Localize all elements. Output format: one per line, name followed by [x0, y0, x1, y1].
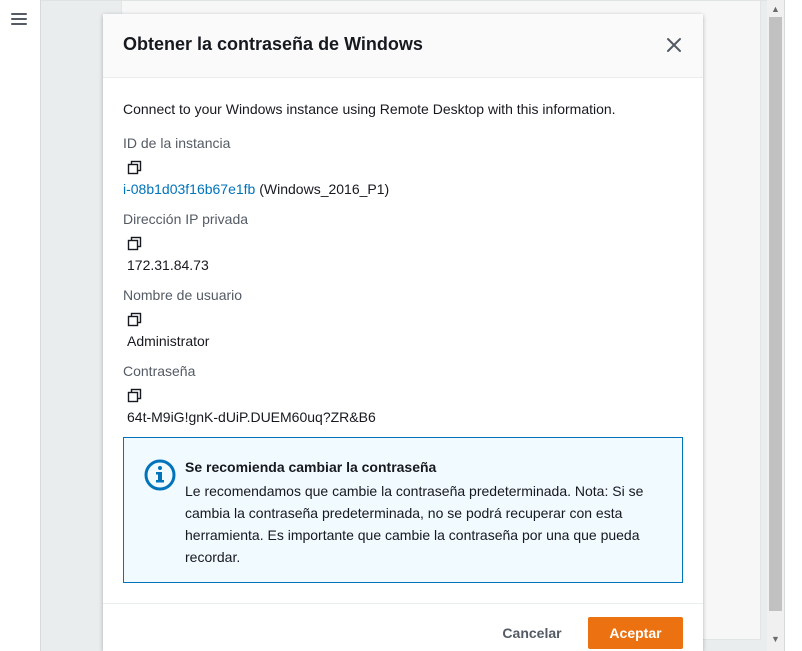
window-right-edge [784, 0, 802, 651]
scroll-thumb[interactable] [769, 17, 782, 611]
alert-text: Le recomendamos que cambie la contraseña… [185, 483, 644, 565]
alert-title: Se recomienda cambiar la contraseña [185, 459, 437, 475]
password-value: 64t-M9iG!gnK-dUiP.DUEM60uq?ZR&B6 [127, 409, 376, 425]
username-label: Nombre de usuario [123, 287, 243, 303]
modal-title: Obtener la contraseña de Windows [123, 34, 423, 54]
private-ip-value: 172.31.84.73 [127, 257, 209, 273]
username-value: Administrator [127, 333, 210, 349]
scroll-down-arrow-icon[interactable]: ▼ [767, 632, 784, 646]
info-icon [144, 459, 176, 491]
modal-header: Obtener la contraseña de Windows [103, 14, 703, 78]
app-sidebar [0, 0, 41, 651]
copy-icon[interactable] [127, 160, 143, 176]
copy-icon[interactable] [127, 388, 143, 404]
private-ip-label: Dirección IP privada [123, 211, 249, 227]
get-windows-password-modal: Obtener la contraseña de Windows Connect… [103, 14, 703, 651]
close-icon[interactable] [663, 34, 685, 56]
intro-text: Connect to your Windows instance using R… [123, 101, 616, 117]
instance-id-value: i-08b1d03f16b67e1fb (Windows_2016_P1) [123, 181, 389, 197]
copy-icon[interactable] [127, 312, 143, 328]
hamburger-menu-icon[interactable] [11, 13, 27, 27]
page-scrollbar[interactable]: ▲ ▼ [767, 0, 784, 651]
instance-id-link[interactable]: i-08b1d03f16b67e1fb [123, 181, 255, 197]
accept-button[interactable]: Aceptar [588, 617, 683, 649]
modal-footer: Cancelar Aceptar [103, 603, 703, 651]
instance-name: (Windows_2016_P1) [259, 181, 390, 197]
scroll-up-arrow-icon[interactable]: ▲ [767, 2, 784, 16]
cancel-button[interactable]: Cancelar [487, 617, 577, 649]
info-alert: Se recomienda cambiar la contraseña Le r… [123, 437, 683, 583]
password-label: Contraseña [123, 363, 196, 379]
instance-id-label: ID de la instancia [123, 135, 231, 151]
copy-icon[interactable] [127, 236, 143, 252]
